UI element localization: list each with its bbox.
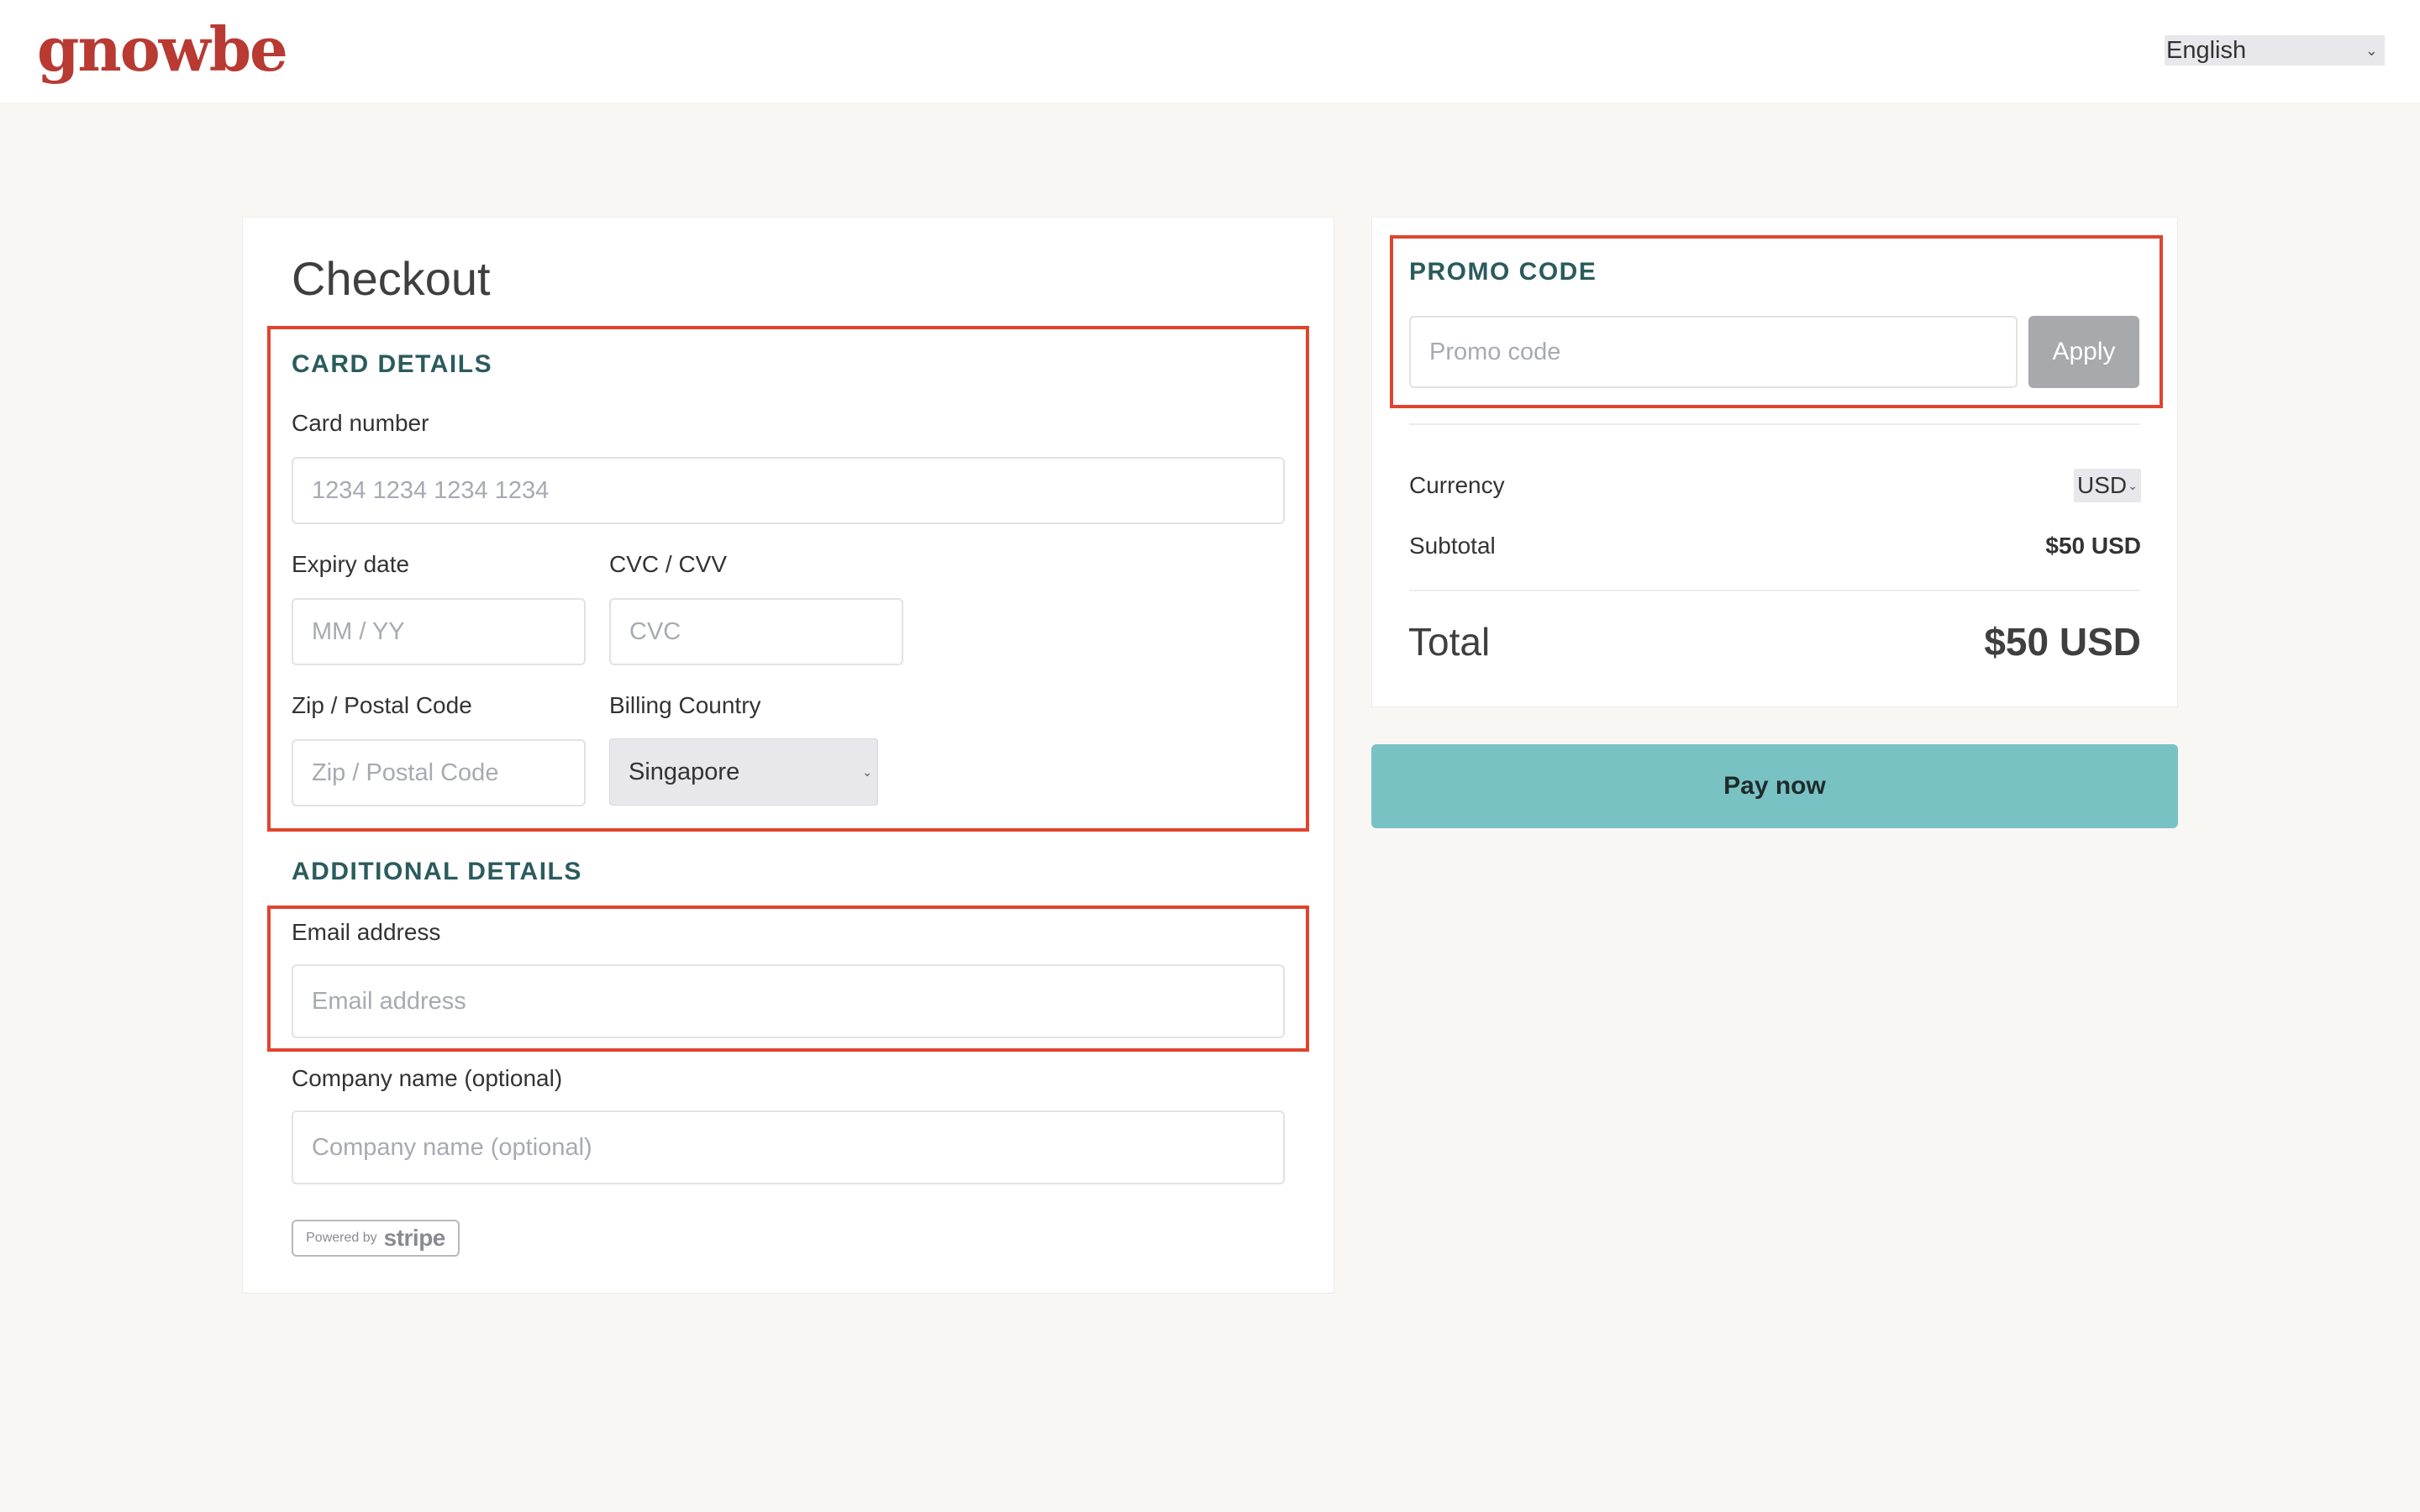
currency-label: Currency <box>1409 472 1505 498</box>
chevron-down-icon: ⌄ <box>862 765 872 779</box>
powered-by-text: Powered by <box>306 1231 377 1245</box>
expiry-date-label: Expiry date <box>292 551 410 577</box>
language-select[interactable]: English ⌄ <box>2165 35 2385 66</box>
billing-country-select[interactable]: Singapore ⌄ <box>609 738 878 806</box>
pay-now-button[interactable]: Pay now <box>1371 744 2178 828</box>
billing-country-value: Singapore <box>629 758 740 785</box>
email-input[interactable] <box>292 964 1285 1038</box>
promo-code-heading: PROMO CODE <box>1409 258 1597 286</box>
zip-label: Zip / Postal Code <box>292 692 472 718</box>
billing-country-label: Billing Country <box>609 692 761 718</box>
promo-code-input[interactable] <box>1409 316 2018 388</box>
total-value: $50 USD <box>1984 620 2141 664</box>
page-title: Checkout <box>292 252 491 305</box>
divider <box>1409 423 2140 425</box>
cvc-input[interactable] <box>609 598 903 665</box>
divider <box>1409 590 2140 591</box>
company-name-input[interactable] <box>292 1110 1285 1184</box>
zip-input[interactable] <box>292 739 586 806</box>
card-number-input[interactable] <box>292 457 1285 524</box>
subtotal-value: $50 USD <box>2045 533 2141 559</box>
subtotal-label: Subtotal <box>1409 533 1496 559</box>
cvc-label: CVC / CVV <box>609 551 728 577</box>
card-number-label: Card number <box>292 410 429 436</box>
apply-promo-button[interactable]: Apply <box>2028 316 2139 388</box>
card-details-heading: CARD DETAILS <box>292 350 493 378</box>
chevron-down-icon: ⌄ <box>2128 479 2138 492</box>
email-label: Email address <box>292 919 441 945</box>
company-name-label: Company name (optional) <box>292 1065 563 1091</box>
gnowbe-logo[interactable]: gnowbe <box>37 12 288 87</box>
total-label: Total <box>1408 620 1491 664</box>
additional-details-heading: ADDITIONAL DETAILS <box>292 858 582 885</box>
stripe-logo: stripe <box>383 1225 446 1251</box>
top-bar: gnowbe English ⌄ <box>0 0 2420 102</box>
language-select-value: English <box>2166 36 2247 64</box>
currency-select[interactable]: USD ⌄ <box>2074 469 2141 502</box>
expiry-date-input[interactable] <box>292 598 586 665</box>
currency-select-value: USD <box>2077 472 2128 498</box>
powered-by-stripe-badge[interactable]: Powered by stripe <box>292 1220 460 1257</box>
chevron-down-icon: ⌄ <box>2365 42 2378 59</box>
